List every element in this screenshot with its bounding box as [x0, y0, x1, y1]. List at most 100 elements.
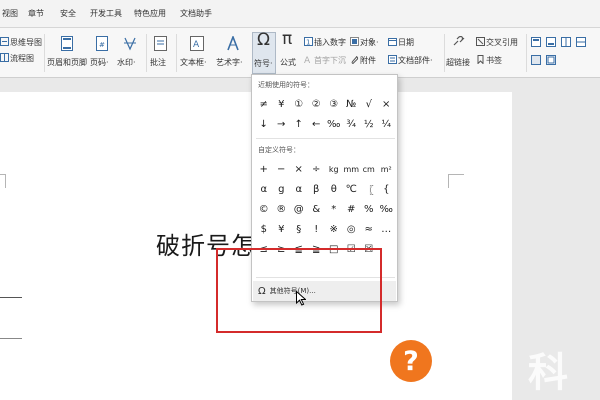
- ribbon-tab-bar: 视图 章节 安全 开发工具 特色应用 文档助手: [0, 0, 600, 28]
- mindmap-icon: [0, 37, 9, 46]
- cross-ref-button[interactable]: 交叉引用: [476, 36, 526, 48]
- symbol-cell[interactable]: ÷: [308, 159, 326, 179]
- tab-view[interactable]: 视图: [2, 8, 18, 19]
- symbol-cell[interactable]: ↓: [255, 114, 273, 134]
- page-number-button[interactable]: # 页码·: [90, 34, 114, 72]
- layout-icon[interactable]: [561, 37, 571, 47]
- symbol-cell[interactable]: 〖: [360, 179, 378, 199]
- symbol-cell[interactable]: β: [308, 179, 326, 199]
- symbol-cell[interactable]: !: [308, 219, 326, 239]
- layout-icon[interactable]: [531, 55, 541, 65]
- tab-chapter[interactable]: 章节: [28, 8, 44, 19]
- symbol-cell[interactable]: §: [290, 219, 308, 239]
- watermark-button[interactable]: 水印·: [117, 34, 143, 72]
- layout-icon[interactable]: [576, 37, 586, 47]
- symbol-button[interactable]: Ω 符号·: [252, 30, 276, 74]
- symbol-cell[interactable]: ≈: [360, 219, 378, 239]
- symbol-cell[interactable]: +: [255, 159, 273, 179]
- symbol-cell[interactable]: →: [273, 114, 291, 134]
- wordart-label: 艺术字·: [216, 58, 243, 67]
- layout-icon[interactable]: [531, 37, 541, 47]
- symbol-cell[interactable]: ←: [308, 114, 326, 134]
- layout-icon[interactable]: [546, 55, 556, 65]
- symbol-cell[interactable]: №: [343, 94, 361, 114]
- symbol-cell[interactable]: ×: [290, 159, 308, 179]
- symbol-cell[interactable]: α: [255, 179, 273, 199]
- tab-security[interactable]: 安全: [60, 8, 76, 19]
- symbol-cell[interactable]: ¾: [343, 114, 361, 134]
- tab-special-apps[interactable]: 特色应用: [134, 8, 166, 19]
- symbol-cell[interactable]: −: [273, 159, 291, 179]
- hyperlink-button[interactable]: 超链接: [446, 34, 472, 72]
- symbol-cell[interactable]: g: [273, 179, 291, 199]
- tab-doc-assistant[interactable]: 文档助手: [180, 8, 212, 19]
- divider: [44, 34, 45, 72]
- number-icon: 1: [304, 37, 313, 46]
- custom-symbols-title: 自定义符号：: [258, 146, 300, 154]
- symbol-cell[interactable]: *: [325, 199, 343, 219]
- comment-label: 批注: [150, 58, 166, 67]
- divider: [256, 138, 395, 139]
- symbol-cell[interactable]: ¥: [273, 94, 291, 114]
- textbox-label: 文本框·: [180, 58, 207, 67]
- symbol-cell[interactable]: m²: [378, 159, 396, 179]
- symbol-cell[interactable]: α: [290, 179, 308, 199]
- object-icon: [350, 37, 359, 46]
- wordart-button[interactable]: 艺术字·: [216, 34, 250, 72]
- divider: [146, 34, 147, 72]
- symbol-cell[interactable]: θ: [325, 179, 343, 199]
- symbol-cell[interactable]: ②: [308, 94, 326, 114]
- tab-developer-tools[interactable]: 开发工具: [90, 8, 122, 19]
- symbol-cell[interactable]: mm: [343, 159, 361, 179]
- comment-button[interactable]: 批注: [150, 34, 172, 72]
- symbol-cell[interactable]: ※: [325, 219, 343, 239]
- attachment-button[interactable]: 附件: [350, 54, 384, 66]
- symbol-cell[interactable]: ≠: [255, 94, 273, 114]
- symbol-cell[interactable]: ℃: [343, 179, 361, 199]
- date-button[interactable]: 日期: [388, 36, 420, 48]
- symbol-cell[interactable]: kg: [325, 159, 343, 179]
- bookmark-label: 书签: [486, 56, 502, 65]
- insert-number-label: 插入数字: [314, 38, 346, 47]
- insert-number-button[interactable]: 1 插入数字: [304, 36, 348, 48]
- symbol-cell[interactable]: ½: [360, 114, 378, 134]
- textbox-button[interactable]: A 文本框·: [180, 34, 214, 72]
- symbol-cell[interactable]: ③: [325, 94, 343, 114]
- bookmark-icon: [477, 55, 484, 64]
- flowchart-button[interactable]: 流程图: [0, 52, 44, 64]
- watermark-text: 科: [528, 350, 568, 396]
- symbol-cell[interactable]: ®: [273, 199, 291, 219]
- symbol-cell[interactable]: ¥: [273, 219, 291, 239]
- symbol-cell[interactable]: $: [255, 219, 273, 239]
- date-label: 日期: [398, 38, 414, 47]
- cross-ref-label: 交叉引用: [486, 38, 518, 47]
- symbol-cell[interactable]: {: [378, 179, 396, 199]
- symbol-cell[interactable]: ↑: [290, 114, 308, 134]
- symbol-cell[interactable]: @: [290, 199, 308, 219]
- symbol-cell[interactable]: ×: [378, 94, 396, 114]
- formula-button[interactable]: π 公式: [280, 29, 302, 74]
- symbol-cell[interactable]: ①: [290, 94, 308, 114]
- symbol-cell[interactable]: &: [308, 199, 326, 219]
- symbol-cell[interactable]: cm: [360, 159, 378, 179]
- divider: [526, 34, 527, 72]
- object-button[interactable]: 对象·: [350, 36, 382, 48]
- symbol-cell[interactable]: %: [360, 199, 378, 219]
- symbol-cell[interactable]: ¼: [378, 114, 396, 134]
- symbol-cell[interactable]: ©: [255, 199, 273, 219]
- divider: [444, 34, 445, 72]
- symbol-cell[interactable]: …: [378, 219, 396, 239]
- header-footer-button[interactable]: 页眉和页脚: [47, 34, 87, 72]
- text-dash: [0, 297, 22, 298]
- symbol-cell[interactable]: ‰: [325, 114, 343, 134]
- mindmap-button[interactable]: 思维导图: [0, 36, 44, 48]
- layout-icon[interactable]: [546, 37, 556, 47]
- symbol-cell[interactable]: ◎: [343, 219, 361, 239]
- symbol-cell[interactable]: √: [360, 94, 378, 114]
- symbol-cell[interactable]: #: [343, 199, 361, 219]
- header-footer-label: 页眉和页脚: [47, 58, 87, 67]
- doc-parts-button[interactable]: 文档部件·: [388, 54, 440, 66]
- bookmark-button[interactable]: 书签: [476, 54, 516, 66]
- symbol-cell[interactable]: ‰: [378, 199, 396, 219]
- page-number-label: 页码·: [90, 58, 109, 67]
